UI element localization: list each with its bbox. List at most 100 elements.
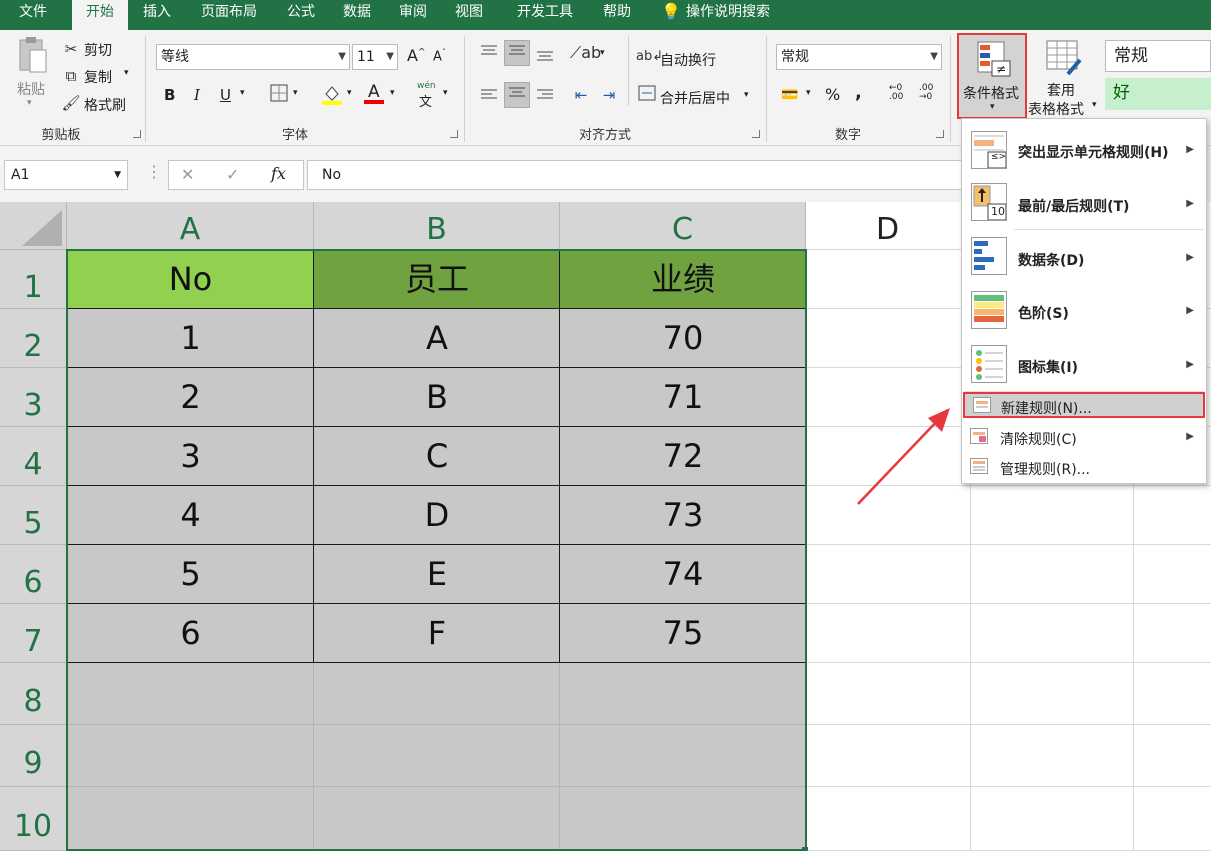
row-header-8[interactable]: 8: [0, 663, 67, 725]
bold-button[interactable]: B: [164, 86, 175, 104]
formula-bar-splitter-icon[interactable]: ⋮: [146, 162, 162, 181]
row-header-6[interactable]: 6: [0, 545, 67, 604]
align-bottom-icon[interactable]: [534, 46, 556, 68]
underline-button[interactable]: U: [220, 86, 231, 104]
align-middle-icon[interactable]: [504, 40, 530, 66]
paste-icon[interactable]: [14, 36, 52, 76]
row-header-2[interactable]: 2: [0, 309, 67, 368]
scissors-icon: ✂: [64, 40, 78, 58]
menu-item-top-bottom-rules[interactable]: 10 最前/最后规则(T) ▶: [962, 179, 1206, 229]
menu-item-new-rule[interactable]: 新建规则(N)...: [963, 392, 1205, 418]
orientation-dropdown-arrow[interactable]: ▾: [600, 48, 605, 58]
row-header-3[interactable]: 3: [0, 368, 67, 427]
tell-me-search[interactable]: 操作说明搜索: [686, 0, 786, 30]
wrap-text-button[interactable]: 自动换行: [660, 50, 716, 70]
merge-center-button[interactable]: 合并后居中: [660, 88, 730, 108]
paste-button[interactable]: 粘贴: [17, 79, 45, 99]
shrink-font-button[interactable]: Aˇ: [433, 48, 446, 64]
chevron-down-icon: ▼: [338, 51, 346, 62]
menu-item-clear-rules[interactable]: 清除规则(C) ▶: [962, 423, 1206, 451]
tab-formulas[interactable]: 公式: [278, 0, 324, 30]
number-format-combo[interactable]: 常规 ▼: [776, 44, 942, 70]
percent-button[interactable]: %: [825, 85, 840, 104]
fill-color-icon[interactable]: [320, 82, 344, 112]
borders-dropdown-arrow[interactable]: ▾: [293, 88, 298, 98]
format-painter-icon: 🖌: [61, 94, 81, 112]
menu-item-highlight-rules[interactable]: ≤> 突出显示单元格规则(H) ▶: [962, 125, 1206, 175]
menu-item-icon-sets[interactable]: 图标集(I) ▶: [962, 341, 1206, 391]
row-header-10[interactable]: 10: [0, 787, 67, 851]
menu-item-manage-rules[interactable]: 管理规则(R)...: [962, 453, 1206, 481]
increase-indent-icon[interactable]: ⇥: [598, 84, 620, 106]
menu-item-data-bars[interactable]: 数据条(D) ▶: [962, 233, 1206, 283]
increase-decimal-icon[interactable]: ←0.00: [889, 84, 903, 102]
merge-dropdown-arrow[interactable]: ▾: [744, 90, 749, 100]
tab-page-layout[interactable]: 页面布局: [190, 0, 268, 30]
format-as-table-label-1[interactable]: 套用: [1047, 80, 1075, 100]
phonetic-guide-button[interactable]: wén: [417, 81, 436, 91]
column-header-c[interactable]: C: [560, 202, 806, 250]
data-bars-icon: [971, 237, 1007, 275]
align-right-icon[interactable]: [534, 86, 556, 108]
tab-data[interactable]: 数据: [334, 0, 380, 30]
format-as-table-label-2[interactable]: 表格格式: [1028, 99, 1084, 119]
row-header-5[interactable]: 5: [0, 486, 67, 545]
font-group-label: 字体: [281, 128, 308, 143]
tab-insert[interactable]: 插入: [134, 0, 180, 30]
cut-button[interactable]: 剪切: [84, 40, 112, 60]
comma-style-button[interactable]: ,: [855, 82, 862, 103]
format-painter-button[interactable]: 格式刷: [84, 95, 126, 115]
clipboard-launcher-icon[interactable]: [133, 130, 141, 138]
grow-font-button[interactable]: A^: [407, 46, 426, 65]
tab-view[interactable]: 视图: [446, 0, 492, 30]
align-center-icon[interactable]: [504, 82, 530, 108]
enter-icon[interactable]: ✓: [226, 165, 239, 184]
decrease-indent-icon[interactable]: ⇤: [570, 84, 592, 106]
menu-item-color-scales[interactable]: 色阶(S) ▶: [962, 287, 1206, 337]
tab-home[interactable]: 开始: [72, 0, 128, 30]
cell-style-good[interactable]: 好: [1105, 78, 1211, 110]
tab-review[interactable]: 审阅: [390, 0, 436, 30]
tab-help[interactable]: 帮助: [594, 0, 640, 30]
row-header-1[interactable]: 1: [0, 250, 67, 309]
align-top-icon[interactable]: [478, 42, 500, 64]
font-color-icon[interactable]: A: [362, 80, 386, 112]
red-arrow-annotation: [857, 408, 950, 505]
paste-dropdown-arrow[interactable]: ▾: [27, 98, 32, 108]
align-left-icon[interactable]: [478, 86, 500, 108]
name-box[interactable]: A1 ▼: [4, 160, 128, 190]
alignment-launcher-icon[interactable]: [752, 130, 760, 138]
font-size-combo[interactable]: 11 ▼: [352, 44, 398, 70]
format-as-table-icon[interactable]: [1046, 40, 1082, 76]
column-header-a[interactable]: A: [67, 202, 314, 250]
column-header-d[interactable]: D: [806, 202, 970, 250]
font-launcher-icon[interactable]: [450, 130, 458, 138]
number-launcher-icon[interactable]: [936, 130, 944, 138]
insert-function-icon[interactable]: fx: [271, 164, 286, 183]
tab-file[interactable]: 文件: [6, 0, 60, 30]
row-header-7[interactable]: 7: [0, 604, 67, 663]
accounting-format-icon[interactable]: 💳: [778, 84, 802, 106]
column-header-b[interactable]: B: [314, 202, 560, 250]
conditional-formatting-button[interactable]: ≠ 条件格式 ▾: [957, 33, 1027, 119]
phonetic-dropdown-arrow[interactable]: ▾: [443, 88, 448, 98]
decrease-decimal-icon[interactable]: .00 →0: [919, 84, 933, 102]
fill-color-dropdown-arrow[interactable]: ▾: [347, 88, 352, 98]
italic-button[interactable]: I: [194, 86, 200, 104]
orientation-icon[interactable]: ⟋ab: [570, 42, 601, 64]
menu-item-label: 清除规则(C): [1000, 432, 1077, 448]
underline-dropdown-arrow[interactable]: ▾: [240, 88, 245, 98]
copy-dropdown-arrow[interactable]: ▾: [124, 68, 129, 78]
copy-button[interactable]: 复制: [84, 67, 112, 87]
tab-developer[interactable]: 开发工具: [506, 0, 584, 30]
row-header-9[interactable]: 9: [0, 725, 67, 787]
fill-handle[interactable]: [802, 847, 808, 851]
cell-style-normal[interactable]: 常规: [1105, 40, 1211, 72]
borders-icon[interactable]: [268, 84, 290, 108]
font-color-dropdown-arrow[interactable]: ▾: [390, 88, 395, 98]
cancel-icon[interactable]: ✕: [181, 165, 194, 184]
font-name-combo[interactable]: 等线 ▼: [156, 44, 350, 70]
row-header-4[interactable]: 4: [0, 427, 67, 486]
accounting-dropdown-arrow[interactable]: ▾: [806, 88, 811, 98]
select-all-button[interactable]: [0, 202, 67, 250]
